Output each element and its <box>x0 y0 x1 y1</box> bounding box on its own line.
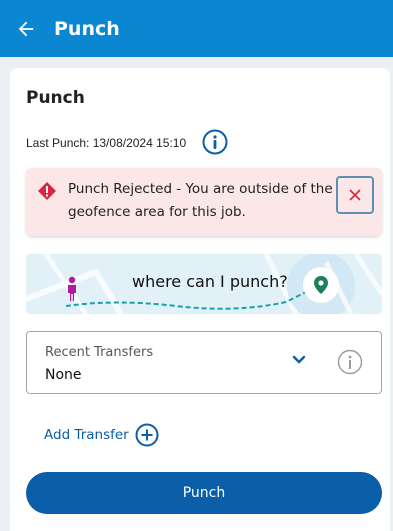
map-pin-icon <box>314 276 328 294</box>
map-pin-button <box>303 267 339 303</box>
person-icon <box>68 276 76 301</box>
error-alert: Punch Rejected - You are outside of the … <box>26 168 382 236</box>
punch-card: Punch Last Punch: 13/08/2024 15:10 Punch… <box>10 68 390 531</box>
alert-message: Punch Rejected - You are outside of the … <box>68 181 333 220</box>
close-icon <box>349 189 361 201</box>
transfer-info-icon[interactable] <box>337 349 363 375</box>
plus-circle-icon[interactable] <box>135 423 159 447</box>
where-can-i-punch-text: where can I punch? <box>132 272 288 291</box>
recent-transfers-select[interactable]: Recent Transfers None <box>26 331 382 394</box>
alert-close-button[interactable] <box>336 176 374 214</box>
card-title: Punch <box>26 88 85 108</box>
back-button[interactable] <box>2 0 50 57</box>
recent-transfers-label: Recent Transfers <box>45 345 154 360</box>
app-bar-title: Punch <box>54 17 120 40</box>
add-transfer-link[interactable]: Add Transfer <box>44 423 159 447</box>
chevron-down-icon[interactable] <box>291 352 307 368</box>
add-transfer-label: Add Transfer <box>44 427 129 443</box>
where-can-i-punch-banner[interactable]: where can I punch? <box>26 254 382 314</box>
back-arrow-icon <box>18 21 34 36</box>
recent-transfers-value: None <box>45 367 82 383</box>
warning-diamond-icon <box>38 182 56 200</box>
app-bar: Punch <box>0 0 393 57</box>
info-icon[interactable] <box>202 129 228 155</box>
punch-button[interactable]: Punch <box>26 472 382 514</box>
last-punch-text: Last Punch: 13/08/2024 15:10 <box>26 136 187 150</box>
